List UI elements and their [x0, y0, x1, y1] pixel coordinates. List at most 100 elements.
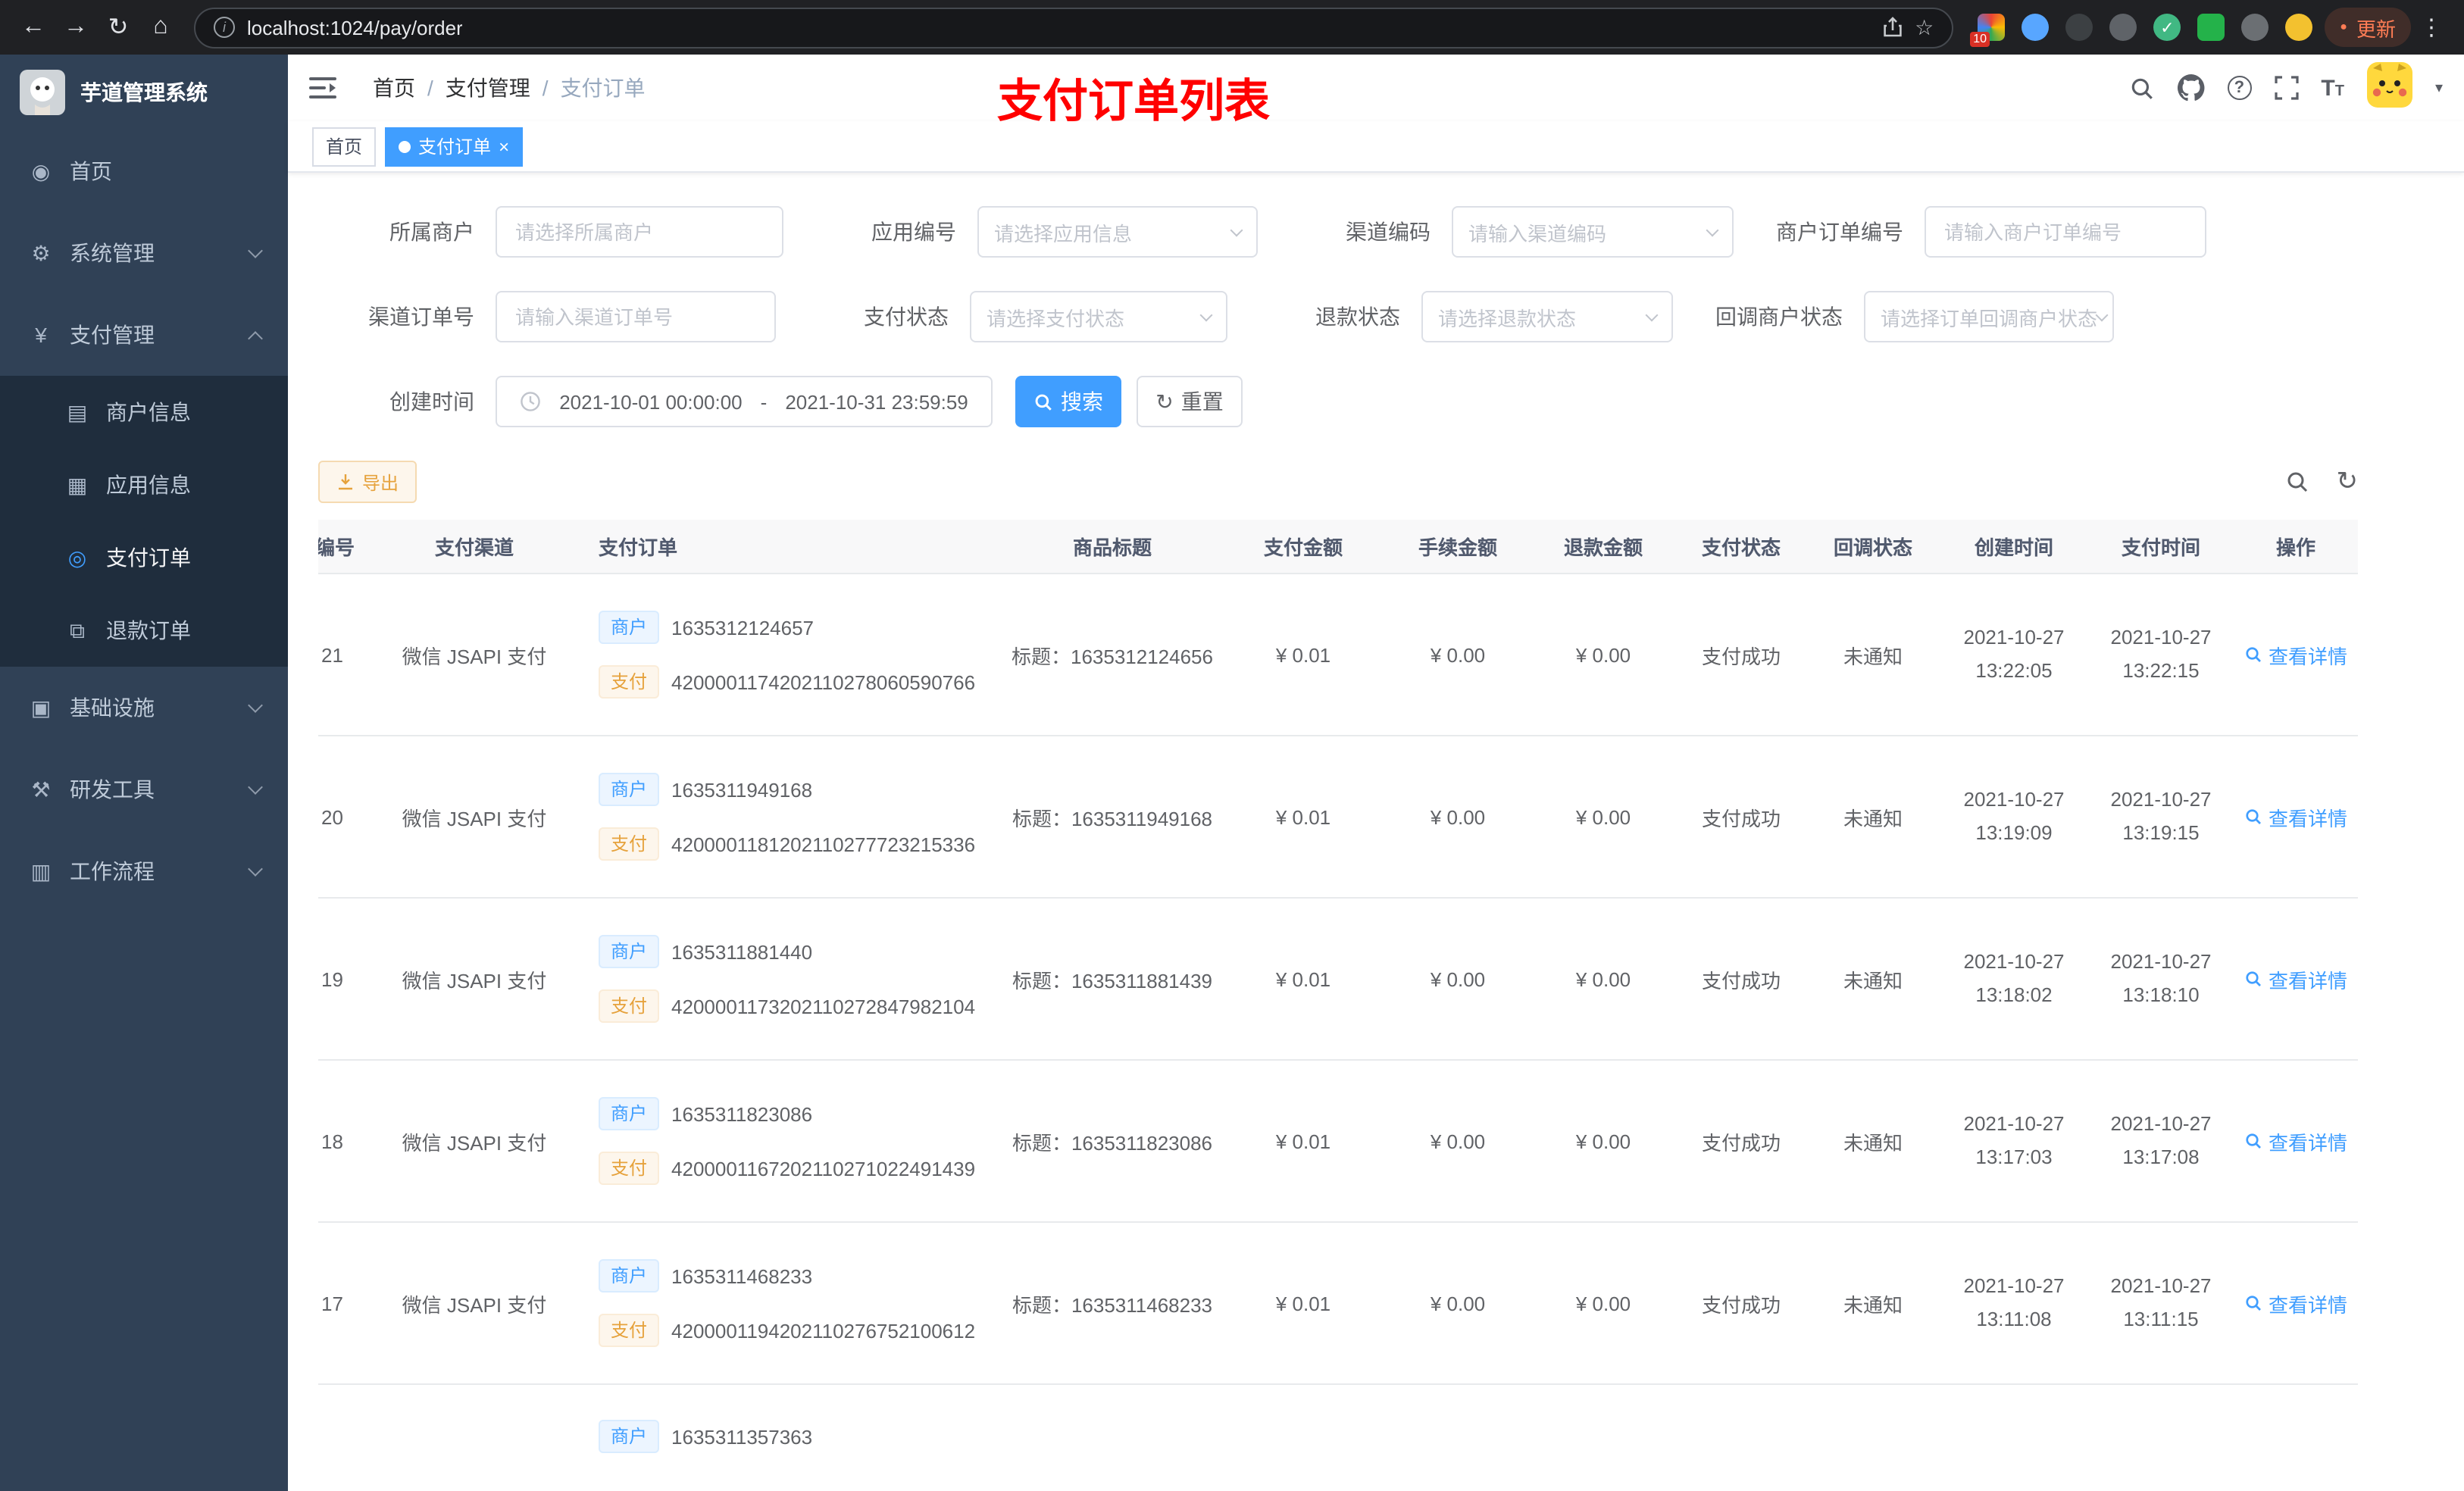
browser-forward-button[interactable]: → [55, 6, 97, 48]
cell-status: 支付成功 [1701, 1131, 1781, 1154]
date-range-separator: - [760, 390, 768, 413]
refund-status-select[interactable]: 请选择退款状态 [1421, 291, 1673, 342]
merchant-tag: 商户 [599, 1097, 660, 1130]
sidebar-item-label: 支付管理 [70, 323, 155, 347]
clock-icon [521, 392, 541, 411]
view-detail-link[interactable]: 查看详情 [2244, 1127, 2347, 1155]
grid-icon: ▦ [67, 472, 88, 496]
cell-create-time: 2021-10-27 13:22:05 [1963, 626, 2065, 682]
share-icon[interactable] [1881, 17, 1903, 38]
sidebar-item-system[interactable]: ⚙ 系统管理 [0, 212, 288, 294]
channel-code-select[interactable]: 请输入渠道编码 [1452, 206, 1734, 258]
chat-extension-icon[interactable] [2197, 14, 2225, 41]
merchant-input[interactable] [496, 206, 783, 258]
sidebar-item-refund-order[interactable]: ⧉ 退款订单 [0, 594, 288, 667]
cell-channel: 微信 JSAPI 支付 [402, 1131, 547, 1154]
extension-icon[interactable] [2065, 14, 2093, 41]
document-icon: ⧉ [70, 617, 85, 642]
merchant-order-no-input[interactable] [1925, 206, 2206, 258]
export-button-label: 导出 [362, 472, 399, 493]
notify-status-select[interactable]: 请选择订单回调商户状态 [1864, 291, 2114, 342]
breadcrumb-payment[interactable]: 支付管理 [446, 73, 530, 103]
sidebar-item-home[interactable]: ◉ 首页 [0, 130, 288, 212]
chevron-down-icon [248, 698, 263, 713]
view-detail-link[interactable]: 查看详情 [2244, 964, 2347, 993]
channel-order-no-input[interactable] [496, 291, 776, 342]
tab-home[interactable]: 首页 [312, 127, 377, 166]
avatar-caret-icon[interactable]: ▾ [2435, 80, 2443, 96]
sidebar-item-infrastructure[interactable]: ▣ 基础设施 [0, 667, 288, 749]
cell-notify: 未通知 [1843, 1131, 1903, 1154]
extension-icon[interactable] [2109, 14, 2137, 41]
extension-icon[interactable] [2022, 14, 2050, 41]
channel-pay-no: 4200001173202110272847982104 [671, 995, 976, 1017]
cell-amount: ¥ 0.01 [1275, 643, 1331, 666]
merchant-tag: 商户 [599, 773, 660, 806]
view-detail-link[interactable]: 查看详情 [2244, 640, 2347, 669]
merchant-order-no: 1635311949168 [671, 778, 813, 801]
search-icon[interactable] [2128, 75, 2154, 101]
reset-button[interactable]: ↻ 重置 [1137, 376, 1243, 427]
field-label: 回调商户状态 [1715, 305, 1843, 329]
search-button[interactable]: 搜索 [1015, 376, 1121, 427]
table-row-partial: 商户 1635311357363 [318, 1385, 2358, 1491]
browser-home-button[interactable]: ⌂ [139, 6, 182, 48]
sidebar-item-pay-order[interactable]: ◎ 支付订单 [0, 521, 288, 594]
toggle-search-icon[interactable] [2285, 470, 2309, 494]
tab-pay-order[interactable]: 支付订单 × [385, 127, 524, 166]
column-header-action: 操作 [2275, 536, 2315, 559]
sidebar-item-label: 系统管理 [70, 241, 155, 265]
sidebar-item-dev-tools[interactable]: ⚒ 研发工具 [0, 749, 288, 830]
browser-profile-avatar[interactable] [2285, 14, 2313, 41]
browser-reload-button[interactable]: ↻ [97, 6, 139, 48]
extension-icon[interactable]: 10 [1970, 14, 2006, 47]
export-button[interactable]: 导出 [318, 461, 417, 503]
channel-pay-no: 4200001167202110271022491439 [671, 1157, 976, 1180]
bookmark-star-icon[interactable]: ☆ [1915, 14, 1934, 40]
cell-title: 标题：1635311823086 [1012, 1131, 1213, 1154]
close-icon[interactable]: × [499, 137, 509, 155]
update-dot-icon: ● [2340, 20, 2347, 33]
channel-pay-no: 4200001174202110278060590766 [671, 670, 976, 693]
extensions-puzzle-icon[interactable] [2241, 14, 2269, 41]
site-info-icon[interactable]: i [214, 17, 235, 38]
merchant-order-no: 1635312124657 [671, 616, 815, 639]
refresh-table-icon[interactable]: ↻ [2337, 467, 2359, 497]
browser-back-button[interactable]: ← [12, 6, 55, 48]
sidebar-item-payment[interactable]: ¥ 支付管理 [0, 294, 288, 376]
breadcrumb-separator: / [542, 76, 549, 100]
user-avatar[interactable] [2366, 61, 2412, 114]
sidebar-item-app-info[interactable]: ▦ 应用信息 [0, 449, 288, 521]
sidebar-item-merchant-info[interactable]: ▤ 商户信息 [0, 376, 288, 449]
pay-status-select[interactable]: 请选择支付状态 [970, 291, 1227, 342]
sidebar-item-workflow[interactable]: ▥ 工作流程 [0, 830, 288, 912]
browser-update-button[interactable]: ● 更新 [2325, 8, 2411, 47]
cell-action: 查看详情 [2234, 1127, 2358, 1155]
font-size-icon[interactable]: TT [2321, 75, 2344, 101]
target-icon: ◎ [67, 545, 87, 569]
hamburger-icon[interactable] [309, 77, 336, 98]
create-time-range-picker[interactable]: 2021-10-01 00:00:00 - 2021-10-31 23:59:5… [496, 376, 993, 427]
vue-devtools-icon[interactable]: ✓ [2153, 14, 2181, 41]
browser-menu-button[interactable]: ⋮ [2411, 14, 2452, 41]
breadcrumb-home[interactable]: 首页 [373, 73, 415, 103]
select-placeholder: 请选择应用信息 [994, 222, 1133, 245]
view-detail-link[interactable]: 查看详情 [2244, 1289, 2347, 1318]
fullscreen-icon[interactable] [2274, 76, 2298, 100]
github-icon[interactable] [2177, 74, 2204, 102]
cell-order: 商户 1635311468233 支付 4200001194202110276752… [576, 1223, 1003, 1383]
cell-notify: 未通知 [1843, 969, 1903, 992]
app-no-select[interactable]: 请选择应用信息 [977, 206, 1258, 258]
cell-status: 支付成功 [1701, 645, 1781, 667]
select-placeholder: 请选择支付状态 [987, 307, 1125, 330]
cell-title: 标题：1635312124656 [1012, 645, 1213, 667]
card-icon: ▤ [67, 399, 88, 424]
help-icon[interactable]: ? [2227, 76, 2252, 100]
column-header-title: 商品标题 [1072, 536, 1152, 559]
cell-pay-time: 2021-10-27 13:17:08 [2110, 1112, 2212, 1168]
cell-notify: 未通知 [1843, 645, 1903, 667]
reload-icon: ↻ [108, 15, 129, 41]
cell-fee: ¥ 0.00 [1430, 643, 1486, 666]
address-bar[interactable]: i localhost:1024/pay/order ☆ [194, 7, 1954, 48]
view-detail-link[interactable]: 查看详情 [2244, 802, 2347, 831]
